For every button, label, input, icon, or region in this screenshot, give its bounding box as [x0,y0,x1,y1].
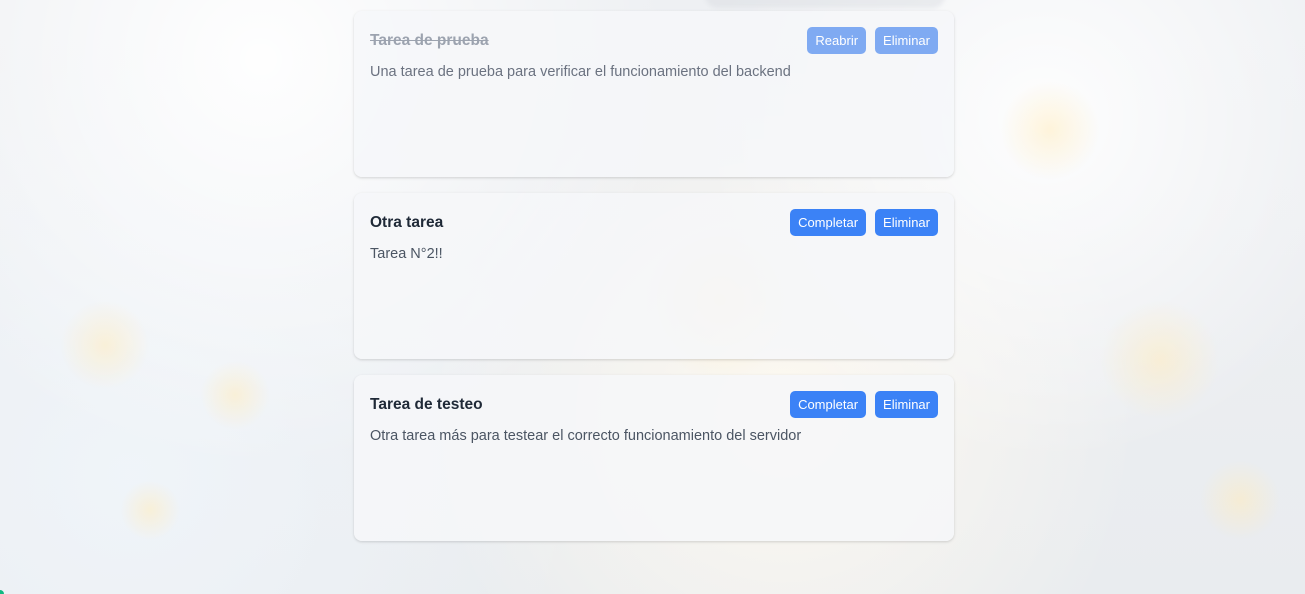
background-bokeh [1200,460,1280,540]
background-bokeh [1000,80,1100,180]
delete-button[interactable]: Eliminar [875,209,938,236]
task-actions: Reabrir Eliminar [807,27,938,54]
background-bokeh [120,480,180,540]
corner-accent [0,590,4,594]
task-title: Tarea de prueba [370,32,489,49]
reopen-button[interactable]: Reabrir [807,27,867,54]
task-card: Tarea de prueba Reabrir Eliminar Una tar… [354,11,954,177]
complete-button[interactable]: Completar [790,391,867,418]
task-title: Otra tarea [370,214,444,231]
background-bokeh [1100,300,1220,420]
delete-button[interactable]: Eliminar [875,391,938,418]
task-actions: Completar Eliminar [790,209,938,236]
task-card-header: Otra tarea Completar Eliminar [370,209,938,237]
background-bokeh [60,300,150,390]
task-card-header: Tarea de prueba Reabrir Eliminar [370,27,938,55]
task-title: Tarea de testeo [370,396,483,413]
background-bokeh [200,360,270,430]
delete-button[interactable]: Eliminar [875,27,938,54]
floating-shadow [705,0,945,8]
task-card-header: Tarea de testeo Completar Eliminar [370,391,938,419]
task-list: Tarea de prueba Reabrir Eliminar Una tar… [354,11,954,541]
complete-button[interactable]: Completar [790,209,867,236]
task-description: Otra tarea más para testear el correcto … [370,428,802,444]
task-card: Tarea de testeo Completar Eliminar Otra … [354,375,954,541]
task-actions: Completar Eliminar [790,391,938,418]
task-description: Tarea N°2!! [370,246,443,262]
task-description: Una tarea de prueba para verificar el fu… [370,64,791,80]
task-card: Otra tarea Completar Eliminar Tarea N°2!… [354,193,954,359]
